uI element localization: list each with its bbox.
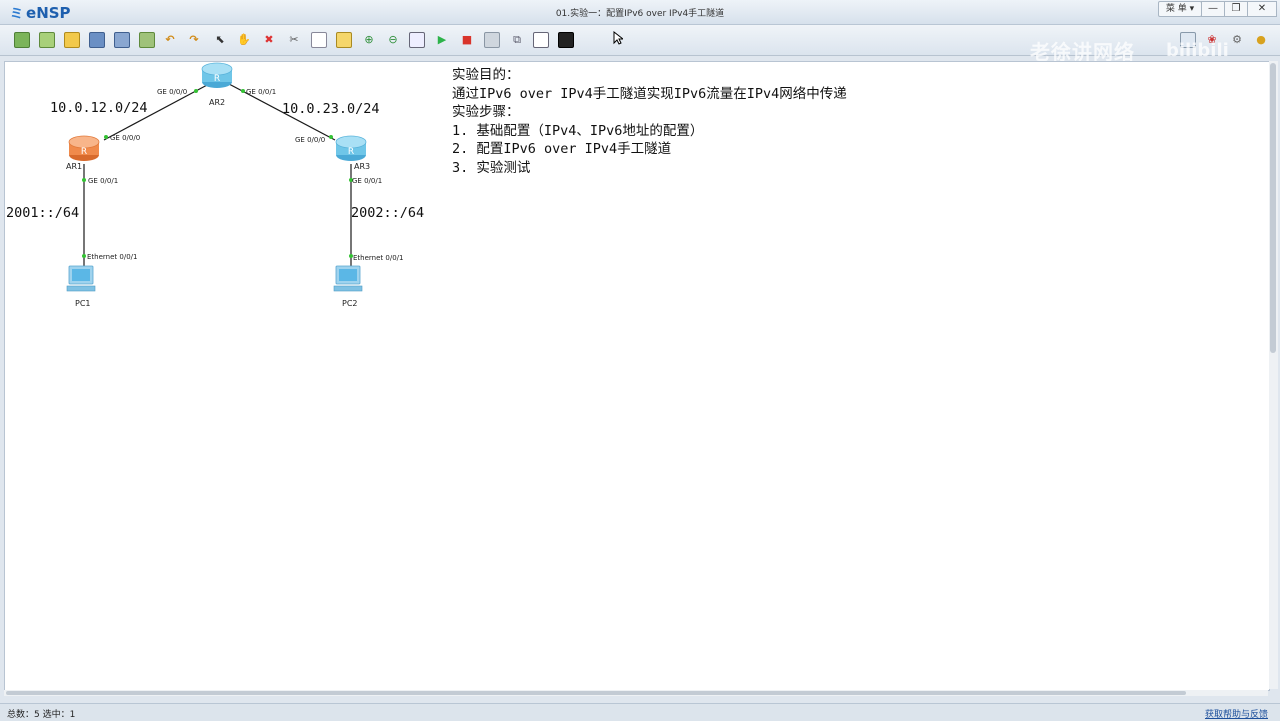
note-line: 实验目的： <box>452 67 520 83</box>
cli-icon[interactable]: ⧉ <box>509 32 525 48</box>
terminal-icon[interactable] <box>558 32 574 48</box>
port-label: GE 0/0/1 <box>352 177 382 185</box>
topology-canvas[interactable]: R AR2 R AR1 R AR3 PC1 PC2 GE 0/0/0 GE 0/… <box>4 61 1270 691</box>
port-status-dot <box>194 89 198 93</box>
zoom-in-icon[interactable]: ⊕ <box>361 32 377 48</box>
port-status-dot <box>82 178 86 182</box>
blank-window-icon[interactable] <box>533 32 549 48</box>
device-label-pc2: PC2 <box>342 299 358 308</box>
router-ar2[interactable]: R <box>201 62 233 88</box>
device-label-pc1: PC1 <box>75 299 91 308</box>
horizontal-scrollbar[interactable] <box>4 690 1268 696</box>
save-as-icon[interactable] <box>114 32 130 48</box>
text-icon[interactable] <box>311 32 327 48</box>
network-label: 10.0.12.0/24 <box>50 100 148 116</box>
port-status-dot <box>329 135 333 139</box>
fit-window-icon[interactable] <box>409 32 425 48</box>
print-icon[interactable] <box>139 32 155 48</box>
port-status-dot <box>104 135 108 139</box>
port-label: Ethernet 0/0/1 <box>353 254 403 262</box>
router-ar3[interactable]: R <box>335 135 367 161</box>
network-label: 10.0.23.0/24 <box>282 101 380 117</box>
port-label: GE 0/0/0 <box>157 88 187 96</box>
topology-diagram: R AR2 R AR1 R AR3 PC1 PC2 GE 0/0/0 GE 0/… <box>6 62 424 308</box>
window-title: 01.实验一：配置IPv6 over IPv4手工隧道 <box>555 9 725 19</box>
redo-icon[interactable]: ↷ <box>186 32 202 48</box>
close-button[interactable]: ✕ <box>1247 1 1277 17</box>
router-icon: R <box>348 147 354 157</box>
pc-pc2[interactable] <box>333 265 363 292</box>
delete-link-icon[interactable]: ✂ <box>286 32 302 48</box>
scrollbar-thumb[interactable] <box>6 691 1186 695</box>
mouse-cursor-icon <box>613 31 623 45</box>
note-line: 实验步骤： <box>452 104 520 120</box>
device-label-ar3: AR3 <box>354 162 370 171</box>
bilibili-logo: bilibili <box>1166 40 1229 61</box>
status-counts: 总数：5 选中：1 <box>7 710 76 720</box>
note-line: 3. 实验测试 <box>452 159 531 176</box>
lab-notes-textbox[interactable]: 实验目的： 通过IPv6 over IPv4手工隧道实现IPv6流量在IPv4网络… <box>452 66 847 177</box>
stop-device-icon[interactable]: ■ <box>459 32 475 48</box>
save-icon[interactable] <box>89 32 105 48</box>
menu-button[interactable]: 菜 单 ▾ <box>1158 1 1202 17</box>
port-label: GE 0/0/0 <box>110 134 140 142</box>
note-line: 通过IPv6 over IPv4手工隧道实现IPv6流量在IPv4网络中传递 <box>452 85 847 102</box>
delete-icon[interactable]: ✖ <box>261 32 277 48</box>
new-lab-icon[interactable] <box>39 32 55 48</box>
router-ar1[interactable]: R <box>68 135 100 161</box>
vertical-scrollbar[interactable] <box>1269 61 1278 689</box>
open-icon[interactable] <box>64 32 80 48</box>
port-label: GE 0/0/0 <box>295 136 325 144</box>
help-feedback-link[interactable]: 获取帮助与反馈 <box>1205 707 1268 720</box>
title-bar: ミ eNSP 01.实验一：配置IPv6 over IPv4手工隧道 菜 单 ▾ … <box>0 0 1280 25</box>
router-icon: R <box>81 147 87 157</box>
hand-pan-icon[interactable]: ✋ <box>236 32 252 48</box>
router-icon: R <box>214 74 220 84</box>
port-status-dot <box>82 254 86 258</box>
network-label: 2001::/64 <box>6 205 79 221</box>
zoom-out-icon[interactable]: ⊖ <box>385 32 401 48</box>
port-label: GE 0/0/1 <box>88 177 118 185</box>
undo-icon[interactable]: ↶ <box>162 32 178 48</box>
device-label-ar2: AR2 <box>209 98 225 107</box>
scrollbar-thumb[interactable] <box>1270 63 1276 353</box>
start-device-icon[interactable]: ▶ <box>434 32 450 48</box>
maximize-button[interactable]: ❐ <box>1224 1 1248 17</box>
select-pointer-icon[interactable]: ⬉ <box>212 32 228 48</box>
minimize-button[interactable]: — <box>1201 1 1225 17</box>
note-line: 1. 基础配置（IPv4、IPv6地址的配置） <box>452 122 704 139</box>
help-icon[interactable]: ● <box>1253 32 1269 48</box>
device-label-ar1: AR1 <box>66 162 82 171</box>
port-status-dot <box>241 89 245 93</box>
pc-pc1[interactable] <box>66 265 96 292</box>
note-line: 2. 配置IPv6 over IPv4手工隧道 <box>452 141 672 157</box>
settings-gear-icon[interactable]: ⚙ <box>1229 32 1245 48</box>
new-topology-icon[interactable] <box>14 32 30 48</box>
network-label: 2002::/64 <box>351 205 424 221</box>
status-bar: 总数：5 选中：1 获取帮助与反馈 <box>0 703 1280 721</box>
port-label: Ethernet 0/0/1 <box>87 253 137 261</box>
rectangle-icon[interactable] <box>336 32 352 48</box>
port-label: GE 0/0/1 <box>246 88 276 96</box>
capture-icon[interactable] <box>484 32 500 48</box>
